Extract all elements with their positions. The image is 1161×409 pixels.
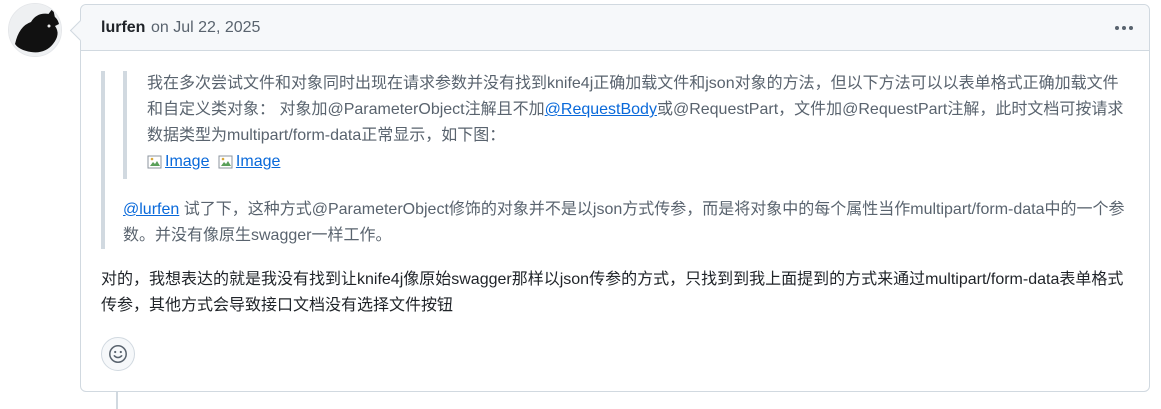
requestbody-link[interactable]: @RequestBody [545,101,657,118]
broken-image-icon [218,155,233,169]
blockquote-inner: 我在多次尝试文件和对象同时出现在请求参数并没有找到knife4j正确加载文件和j… [123,71,1131,179]
smiley-icon [109,345,127,363]
avatar-image [9,4,61,56]
quote-outer-paragraph: @lurfen 试了下，这种方式@ParameterObject修饰的对象并不是… [123,197,1131,249]
add-reaction-button[interactable] [101,337,135,371]
broken-image-icon [147,155,162,169]
kebab-horizontal-icon[interactable] [1111,15,1137,41]
comment-timestamp[interactable]: on Jul 22, 2025 [151,19,260,37]
image-alt-text: Image [165,153,210,170]
avatar[interactable] [8,3,62,57]
image-alt-text: Image [235,153,281,170]
blockquote-outer: 我在多次尝试文件和对象同时出现在请求参数并没有找到knife4j正确加载文件和j… [101,71,1131,249]
comment-container: lurfen on Jul 22, 2025 我在多次尝试文件和对象同时出现在请… [80,4,1150,392]
user-mention-link[interactable]: @lurfen [123,201,179,218]
quote-outer-text: 试了下，这种方式@ParameterObject修饰的对象并不是以json方式传… [123,201,1125,244]
image-link-1[interactable]: Image [147,149,209,175]
author-link[interactable]: lurfen [101,19,145,37]
timeline-line [116,392,118,409]
comment-body: 我在多次尝试文件和对象同时出现在请求参数并没有找到knife4j正确加载文件和j… [101,71,1131,319]
reply-paragraph: 对的，我想表达的就是我没有找到让knife4j像原始swagger那样以json… [101,271,1124,314]
image-link-2[interactable]: Image [218,149,280,175]
comment-header: lurfen on Jul 22, 2025 [81,5,1149,51]
